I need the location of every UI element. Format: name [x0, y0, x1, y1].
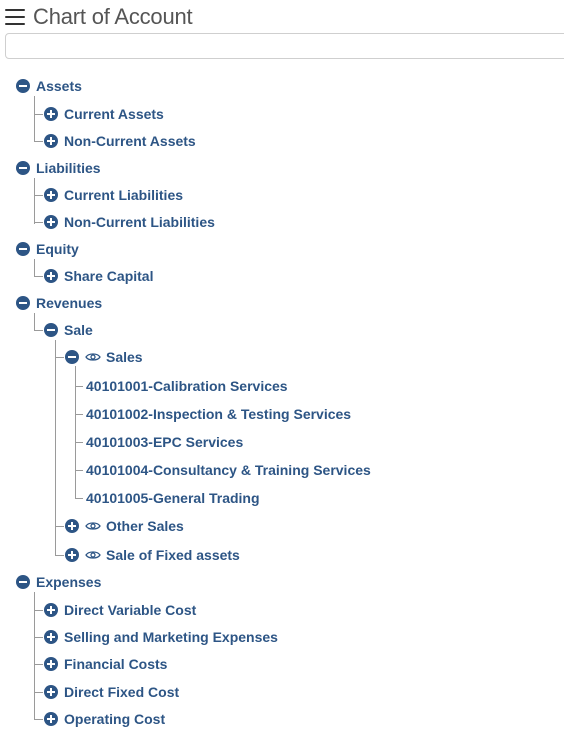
hamburger-menu-icon[interactable] [5, 9, 25, 25]
tree-leaf-account[interactable]: 40101001-Calibration Services [86, 376, 288, 396]
tree-node-label[interactable]: Direct Fixed Cost [64, 684, 179, 700]
tree-node-label[interactable]: Selling and Marketing Expenses [64, 629, 278, 645]
tree-node-label[interactable]: Sale of Fixed assets [106, 547, 240, 563]
tree-connector [75, 386, 83, 387]
tree-connector [34, 330, 43, 331]
tree-node-financial-costs[interactable]: Financial Costs [44, 654, 167, 674]
expand-icon[interactable] [44, 188, 58, 202]
tree-node-direct-fixed-cost[interactable]: Direct Fixed Cost [44, 682, 179, 702]
tree-connector [75, 498, 83, 499]
eye-icon[interactable] [85, 349, 101, 365]
tree-connector [34, 96, 35, 142]
tree-connector [34, 195, 43, 196]
tree-connector [34, 592, 35, 720]
expand-icon[interactable] [65, 548, 79, 562]
tree-node-label[interactable]: Sale [64, 322, 93, 338]
expand-icon[interactable] [44, 134, 58, 148]
account-label[interactable]: 40101001-Calibration Services [86, 378, 288, 394]
tree-connector [75, 470, 83, 471]
tree-node-label[interactable]: Direct Variable Cost [64, 602, 196, 618]
expand-icon[interactable] [44, 657, 58, 671]
tree-connector [34, 313, 35, 330]
tree-leaf-account[interactable]: 40101002-Inspection & Testing Services [86, 404, 351, 424]
expand-icon[interactable] [44, 603, 58, 617]
tree-connector [75, 414, 83, 415]
tree-node-current-liabilities[interactable]: Current Liabilities [44, 185, 183, 205]
eye-icon[interactable] [85, 547, 101, 563]
account-label[interactable]: 40101003-EPC Services [86, 434, 243, 450]
tree-node-sale[interactable]: Sale [44, 320, 93, 340]
expand-icon[interactable] [44, 215, 58, 229]
expand-icon[interactable] [44, 630, 58, 644]
tree-connector [34, 259, 35, 276]
tree-connector [34, 610, 43, 611]
tree-node-liabilities[interactable]: Liabilities [16, 158, 101, 178]
tree-connector [34, 178, 35, 224]
tree-node-assets[interactable]: Assets [16, 76, 82, 96]
search-input[interactable] [5, 33, 564, 59]
tree-connector [55, 357, 64, 358]
expand-icon[interactable] [44, 712, 58, 726]
tree-node-selling-and-marketing-expenses[interactable]: Selling and Marketing Expenses [44, 627, 278, 647]
tree-node-sales[interactable]: Sales [65, 347, 143, 367]
expand-icon[interactable] [44, 685, 58, 699]
collapse-icon[interactable] [65, 350, 79, 364]
tree-node-label[interactable]: Liabilities [36, 160, 101, 176]
tree-node-label[interactable]: Other Sales [106, 518, 184, 534]
expand-icon[interactable] [44, 269, 58, 283]
tree-node-non-current-assets[interactable]: Non-Current Assets [44, 131, 196, 151]
account-label[interactable]: 40101004-Consultancy & Training Services [86, 462, 371, 478]
tree-leaf-account[interactable]: 40101003-EPC Services [86, 432, 243, 452]
tree-node-label[interactable]: Current Assets [64, 106, 164, 122]
tree-leaf-account[interactable]: 40101004-Consultancy & Training Services [86, 460, 371, 480]
tree-node-label[interactable]: Financial Costs [64, 656, 167, 672]
tree-node-label[interactable]: Assets [36, 78, 82, 94]
tree-node-expenses[interactable]: Expenses [16, 572, 101, 592]
tree-connector [34, 692, 43, 693]
eye-icon[interactable] [85, 518, 101, 534]
tree-connector [34, 664, 43, 665]
tree-connector [34, 222, 43, 223]
tree-node-direct-variable-cost[interactable]: Direct Variable Cost [44, 600, 196, 620]
account-label[interactable]: 40101002-Inspection & Testing Services [86, 406, 351, 422]
tree-connector [34, 114, 43, 115]
tree-node-label[interactable]: Non-Current Assets [64, 133, 196, 149]
collapse-icon[interactable] [16, 161, 30, 175]
tree-node-current-assets[interactable]: Current Assets [44, 104, 164, 124]
tree-node-label[interactable]: Sales [106, 349, 143, 365]
tree-node-label[interactable]: Revenues [36, 295, 102, 311]
expand-icon[interactable] [44, 107, 58, 121]
tree-node-label[interactable]: Current Liabilities [64, 187, 183, 203]
collapse-icon[interactable] [44, 323, 58, 337]
tree-node-non-current-liabilities[interactable]: Non-Current Liabilities [44, 212, 215, 232]
tree-connector [34, 637, 43, 638]
tree-node-other-sales[interactable]: Other Sales [65, 516, 184, 536]
tree-connector [75, 442, 83, 443]
collapse-icon[interactable] [16, 296, 30, 310]
account-label[interactable]: 40101005-General Trading [86, 490, 260, 506]
tree-node-operating-cost[interactable]: Operating Cost [44, 709, 165, 729]
tree-node-share-capital[interactable]: Share Capital [44, 266, 153, 286]
tree-node-label[interactable]: Share Capital [64, 268, 153, 284]
expand-icon[interactable] [65, 519, 79, 533]
page-header: Chart of Account [5, 4, 193, 30]
collapse-icon[interactable] [16, 575, 30, 589]
tree-node-label[interactable]: Operating Cost [64, 711, 165, 727]
tree-node-label[interactable]: Expenses [36, 574, 101, 590]
tree-connector [55, 340, 56, 555]
collapse-icon[interactable] [16, 79, 30, 93]
tree-node-label[interactable]: Non-Current Liabilities [64, 214, 215, 230]
tree-leaf-account[interactable]: 40101005-General Trading [86, 488, 260, 508]
tree-connector [34, 719, 43, 720]
tree-connector [34, 141, 43, 142]
tree-connector [34, 276, 43, 277]
tree-node-revenues[interactable]: Revenues [16, 293, 102, 313]
tree-connector [55, 555, 64, 556]
page-title: Chart of Account [33, 4, 193, 29]
tree-node-equity[interactable]: Equity [16, 239, 79, 259]
tree-connector [55, 526, 64, 527]
tree-node-sale-of-fixed-assets[interactable]: Sale of Fixed assets [65, 545, 240, 565]
collapse-icon[interactable] [16, 242, 30, 256]
tree-node-label[interactable]: Equity [36, 241, 79, 257]
